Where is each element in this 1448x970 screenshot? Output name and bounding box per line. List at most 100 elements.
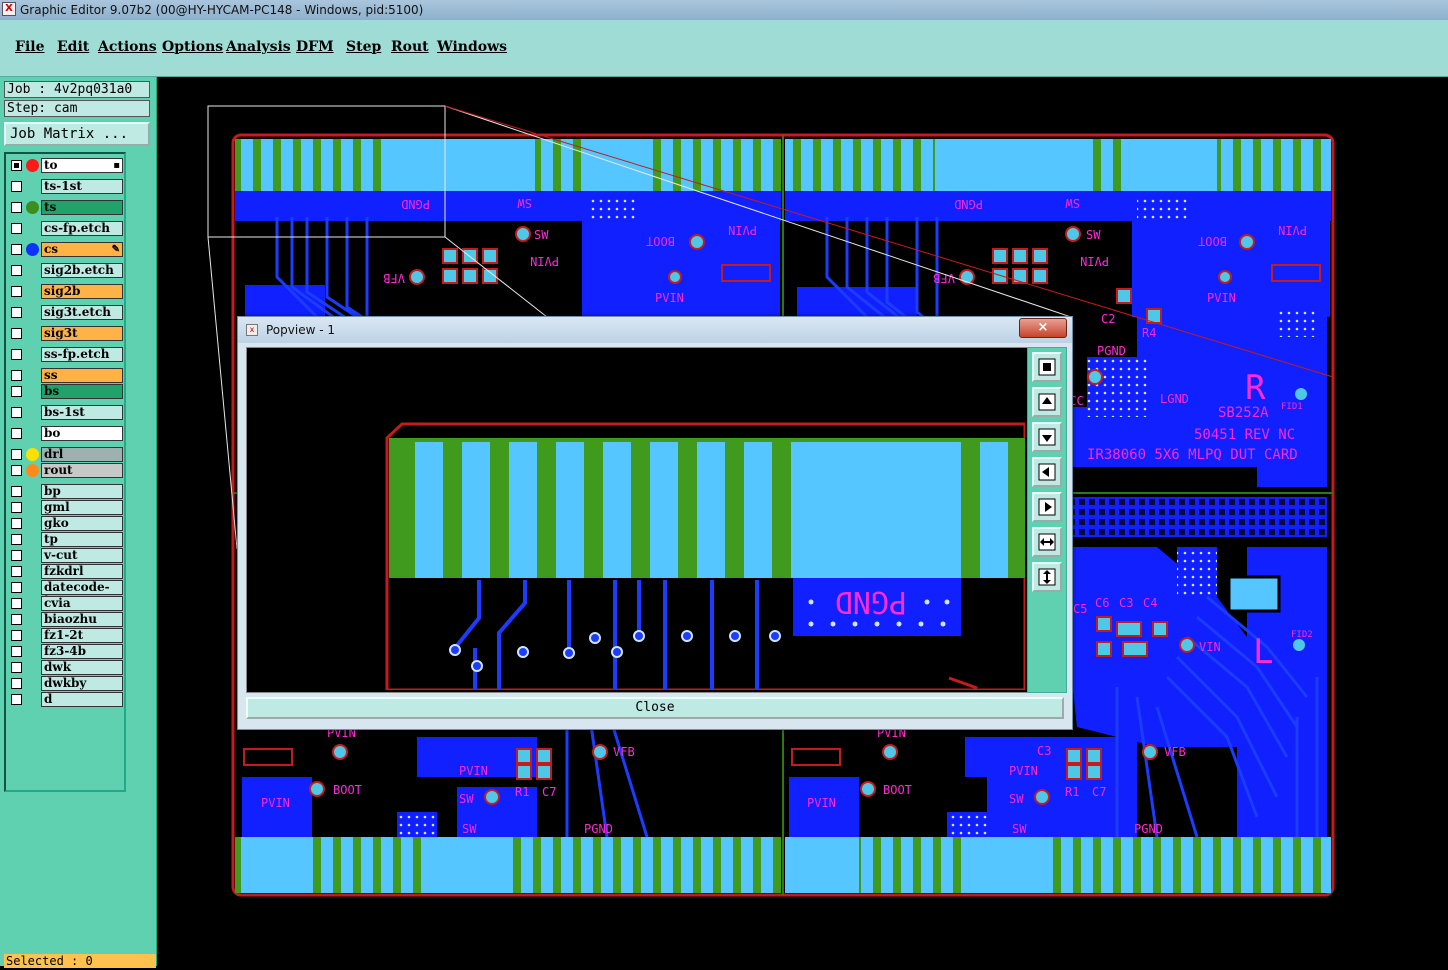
layer-checkbox[interactable]: [11, 223, 22, 234]
layer-checkbox[interactable]: [11, 534, 22, 545]
zoom-out-button[interactable]: [1032, 422, 1062, 452]
popview-close-x-button[interactable]: ×: [1019, 318, 1067, 338]
layer-checkbox[interactable]: [11, 662, 22, 673]
popview-close-button[interactable]: Close: [246, 697, 1064, 719]
layer-color-dot[interactable]: [26, 448, 39, 461]
zoom-to-window-button[interactable]: [1032, 352, 1062, 382]
layer-row-ts-1st[interactable]: ts-1st: [8, 179, 124, 194]
menu-actions[interactable]: Actions: [98, 39, 157, 55]
layer-name[interactable]: bs-1st: [41, 405, 123, 420]
menu-rout[interactable]: Rout: [391, 39, 429, 55]
layer-row-biaozhu[interactable]: biaozhu: [8, 612, 124, 627]
layer-checkbox[interactable]: [11, 465, 22, 476]
menu-dfm[interactable]: DFM: [296, 39, 334, 55]
layer-checkbox[interactable]: [11, 428, 22, 439]
layer-checkbox[interactable]: [11, 386, 22, 397]
layer-row-cvia[interactable]: cvia: [8, 596, 124, 611]
layer-checkbox[interactable]: [11, 646, 22, 657]
layer-row-gko[interactable]: gko: [8, 516, 124, 531]
layer-checkbox[interactable]: [11, 486, 22, 497]
layer-row-ss-fp-etch[interactable]: ss-fp.etch: [8, 347, 124, 362]
layer-checkbox[interactable]: [11, 265, 22, 276]
layer-name[interactable]: fzkdrl: [41, 564, 123, 579]
layer-name[interactable]: sig3t: [41, 326, 123, 341]
layer-row-ss[interactable]: ss: [8, 368, 124, 383]
layer-row-sig3t-etch[interactable]: sig3t.etch: [8, 305, 124, 320]
layer-checkbox[interactable]: [11, 518, 22, 529]
layer-row-cs-fp-etch[interactable]: cs-fp.etch: [8, 221, 124, 236]
layer-name[interactable]: bs: [41, 384, 123, 399]
layer-name[interactable]: sig2b.etch: [41, 263, 123, 278]
layer-name[interactable]: ts-1st: [41, 179, 123, 194]
popview-canvas[interactable]: PGND: [246, 347, 1028, 693]
layer-checkbox[interactable]: [11, 407, 22, 418]
layer-row-dwk[interactable]: dwk: [8, 660, 124, 675]
layer-row-cs[interactable]: cs ✎: [8, 242, 124, 257]
menu-options[interactable]: Options: [162, 39, 223, 55]
menu-step[interactable]: Step: [346, 39, 381, 55]
layer-color-dot[interactable]: [26, 159, 39, 172]
layer-checkbox[interactable]: [11, 566, 22, 577]
layer-color-dot[interactable]: [26, 243, 39, 256]
layer-row-bs-1st[interactable]: bs-1st: [8, 405, 124, 420]
layer-checkbox[interactable]: [11, 244, 22, 255]
menu-edit[interactable]: Edit: [57, 39, 89, 55]
job-matrix-button[interactable]: Job Matrix ...: [4, 122, 150, 146]
menu-windows[interactable]: Windows: [437, 39, 507, 55]
layer-color-dot[interactable]: [26, 464, 39, 477]
layer-row-to[interactable]: to ▪: [8, 158, 124, 173]
layer-name[interactable]: gko: [41, 516, 123, 531]
layer-row-sig2b[interactable]: sig2b: [8, 284, 124, 299]
layer-color-dot[interactable]: [26, 201, 39, 214]
menu-file[interactable]: File: [15, 39, 44, 55]
layer-checkbox[interactable]: [11, 630, 22, 641]
layer-row-sig3t[interactable]: sig3t: [8, 326, 124, 341]
pan-left-button[interactable]: [1032, 457, 1062, 487]
layer-row-sig2b-etch[interactable]: sig2b.etch: [8, 263, 124, 278]
layer-checkbox[interactable]: [11, 349, 22, 360]
layer-checkbox[interactable]: [11, 307, 22, 318]
layer-checkbox[interactable]: [11, 598, 22, 609]
layer-row-rout[interactable]: rout: [8, 463, 124, 478]
layer-row-fz1-2t[interactable]: fz1-2t: [8, 628, 124, 643]
popview-title-bar[interactable]: x Popview - 1: [238, 317, 1072, 343]
pan-right-button[interactable]: [1032, 492, 1062, 522]
layer-name[interactable]: sig3t.etch: [41, 305, 123, 320]
fit-horizontal-button[interactable]: [1032, 527, 1062, 557]
layer-name[interactable]: gml: [41, 500, 123, 515]
layer-row-d[interactable]: d: [8, 692, 124, 707]
layer-checkbox[interactable]: [11, 286, 22, 297]
layer-checkbox[interactable]: [11, 614, 22, 625]
layer-name[interactable]: v-cut: [41, 548, 123, 563]
layer-row-bp[interactable]: bp: [8, 484, 124, 499]
layer-name[interactable]: rout: [41, 463, 123, 478]
layer-name[interactable]: ss-fp.etch: [41, 347, 123, 362]
fit-vertical-button[interactable]: [1032, 562, 1062, 592]
layer-name[interactable]: fz3-4b: [41, 644, 123, 659]
layer-checkbox[interactable]: [11, 449, 22, 460]
layer-name[interactable]: cs-fp.etch: [41, 221, 123, 236]
menu-analysis[interactable]: Analysis: [226, 39, 291, 55]
layer-name[interactable]: sig2b: [41, 284, 123, 299]
layer-row-fzkdrl[interactable]: fzkdrl: [8, 564, 124, 579]
layer-name[interactable]: tp: [41, 532, 123, 547]
layer-name[interactable]: fz1-2t: [41, 628, 123, 643]
layer-row-dwkby[interactable]: dwkby: [8, 676, 124, 691]
layer-name[interactable]: biaozhu: [41, 612, 123, 627]
layer-checkbox[interactable]: [11, 202, 22, 213]
layer-checkbox[interactable]: [11, 678, 22, 689]
layer-name[interactable]: bp: [41, 484, 123, 499]
layer-checkbox[interactable]: [11, 328, 22, 339]
layer-checkbox[interactable]: [11, 370, 22, 381]
layer-row-datecode-to[interactable]: datecode-to: [8, 580, 124, 607]
layer-checkbox[interactable]: [11, 160, 22, 171]
layer-checkbox[interactable]: [11, 550, 22, 561]
zoom-in-button[interactable]: [1032, 387, 1062, 417]
layer-name[interactable]: to ▪: [41, 158, 123, 173]
layer-name[interactable]: ss: [41, 368, 123, 383]
layer-name[interactable]: d: [41, 692, 123, 707]
layer-row-v-cut[interactable]: v-cut: [8, 548, 124, 563]
layer-checkbox[interactable]: [11, 181, 22, 192]
layer-row-bs[interactable]: bs: [8, 384, 124, 399]
layer-checkbox[interactable]: [11, 694, 22, 705]
